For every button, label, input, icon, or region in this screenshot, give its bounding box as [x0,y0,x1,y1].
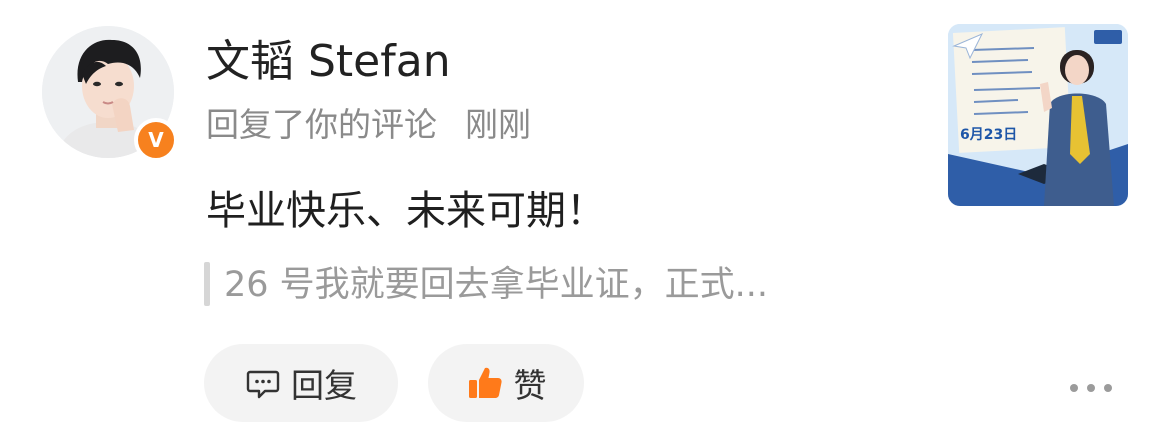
timestamp: 刚刚 [465,105,531,144]
quoted-original-comment[interactable]: 26 号我就要回去拿毕业证，正式... [224,262,884,308]
verified-badge-icon: V [134,118,178,162]
post-thumbnail[interactable]: 6月23日 [948,24,1128,206]
reply-label: 回复 [291,366,357,405]
dot [1070,384,1078,392]
reply-button[interactable]: 回复 [204,344,398,422]
thumbnail-date: 6月23日 [960,127,1018,143]
comment-bubble-icon [245,365,281,401]
like-label: 赞 [513,366,547,405]
dot [1104,384,1112,392]
quote-bar [204,262,210,306]
more-dots-icon[interactable] [1070,378,1112,398]
thumbs-up-icon [466,364,504,402]
action-text: 回复了你的评论 [206,105,437,144]
username[interactable]: 文韬 Stefan [206,34,451,90]
dot [1087,384,1095,392]
thumbnail-image [948,24,1128,206]
like-button[interactable]: 赞 [428,344,584,422]
reply-comment-text: 毕业快乐、未来可期！ [206,188,606,234]
notification-meta: 回复了你的评论 刚刚 [206,104,531,146]
